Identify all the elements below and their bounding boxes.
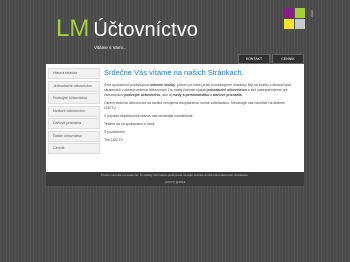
main-panel: Hlavná stránka Jednoduché účtovníctvo Po…	[46, 64, 304, 172]
content: Srdečne Vás vítame na našich Stránkach. …	[104, 68, 298, 146]
footer-note: Prosím vezmite na vedomie, že všetky inf…	[101, 173, 249, 177]
contact-button[interactable]: KONTAKT	[238, 54, 270, 64]
text-bold: podvojné účtovníctvo	[124, 93, 161, 97]
pricing-button[interactable]: CENNÍK	[272, 54, 304, 64]
text-bold: mzdy a personalistiku	[172, 93, 210, 97]
closing-paragraph: Tešíme sa na spoluprácu s Vami.	[104, 122, 156, 126]
square-yellow	[284, 19, 294, 29]
square-gray	[295, 19, 305, 29]
contact-paragraph: V prípade akýchkoľvek otázok nás neváhaj…	[104, 114, 194, 118]
sidebar: Hlavná stránka Jednoduché účtovníctvo Po…	[48, 68, 100, 156]
logo-squares-icon	[284, 8, 306, 30]
footer-copyright: LMCTV @2014	[164, 180, 186, 184]
sidebar-item-double-entry[interactable]: Podvojné účtovníctvo	[48, 93, 100, 104]
education-paragraph: Okrem vedenia účtovníctva sa taktiež ven…	[104, 101, 285, 110]
year-label: 2009	[310, 10, 314, 17]
greeting: S pozdravom	[104, 130, 125, 134]
text-bold: daňové priznania	[213, 93, 242, 97]
logo[interactable]: LM Účtovníctvo	[56, 15, 198, 44]
page-title: Srdečne Vás vítame na našich Stránkach.	[104, 68, 244, 77]
footer: Prosím vezmite na vedomie, že všetky inf…	[46, 172, 304, 186]
sidebar-item-other-accounting[interactable]: Ďalšie účtovníctvo	[48, 130, 100, 142]
logo-letter-m: M	[69, 15, 90, 42]
text: , ako aj	[160, 93, 173, 97]
logo-title: Účtovníctvo	[93, 19, 198, 41]
sidebar-item-tax-returns[interactable]: Daňové priznania	[48, 118, 100, 129]
text-bold: jednoduché účtovníctvo	[206, 88, 247, 92]
page: LM Účtovníctvo Vitáme s Vami... 2009 KONT…	[46, 0, 314, 262]
square-purple	[284, 8, 294, 18]
text-bold: účtovné služby	[149, 83, 175, 87]
sidebar-item-pricing[interactable]: Cenník	[48, 143, 100, 154]
square-green	[295, 8, 305, 18]
text: Sme spoločnosť poskytujúca	[104, 83, 150, 87]
logo-letter-l: L	[56, 15, 70, 42]
sidebar-item-home[interactable]: Hlavná stránka	[48, 68, 100, 79]
text: .	[241, 93, 243, 97]
sidebar-item-simple-accounting[interactable]: Jednoduché účtovníctvo	[48, 80, 100, 92]
tagline: Vitáme s Vami...	[94, 45, 127, 50]
header: LM Účtovníctvo Vitáme s Vami... 2009 KONT…	[46, 0, 314, 64]
intro-paragraph: Sme spoločnosť poskytujúca účtovné služb…	[104, 83, 298, 98]
sidebar-item-payroll[interactable]: Mzdové účtovníctvo	[48, 105, 100, 117]
signature: Tím LMCTV	[104, 138, 123, 142]
